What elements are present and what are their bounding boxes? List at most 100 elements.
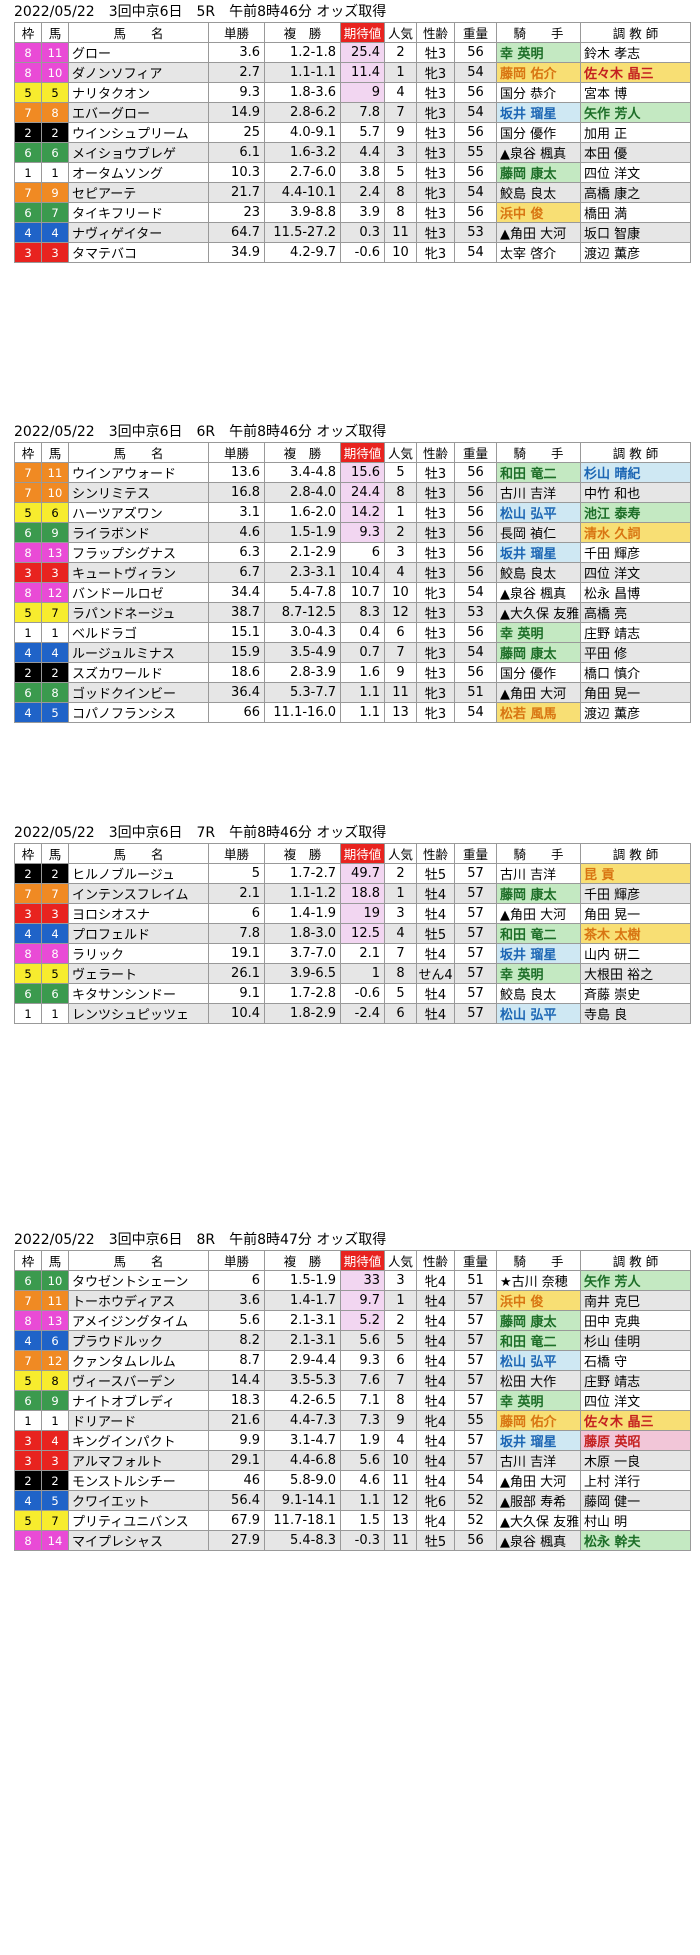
table-row: 6 6 キタサンシンドー 9.1 1.7-2.8 -0.6 5 牡4 57 鮫島 良太 斉藤 崇史 [14, 983, 691, 1004]
cell-jockey: 幸 英明 [496, 622, 581, 643]
cell-name: フラップシグナス [68, 542, 209, 563]
cell-ninki: 3 [384, 542, 417, 563]
cell-ninki: 3 [384, 142, 417, 163]
cell-name: グロー [68, 42, 209, 63]
cell-ninki: 3 [384, 903, 417, 924]
column-header-name: 馬 名 [68, 22, 209, 43]
cell-tansho: 34.4 [208, 582, 265, 603]
cell-seirei: 牡4 [416, 883, 455, 904]
cell-tansho: 14.9 [208, 102, 265, 123]
table-row: 3 3 タマテバコ 34.9 4.2-9.7 -0.6 10 牝3 54 太宰 啓介 渡辺 薫彦 [14, 242, 691, 263]
cell-tansho: 15.9 [208, 642, 265, 663]
cell-expect: 1.6 [340, 662, 385, 683]
cell-fukusho: 2.1-2.9 [264, 542, 341, 563]
cell-seirei: 牝6 [416, 1490, 455, 1511]
cell-expect: 25.4 [340, 42, 385, 63]
cell-seirei: 牝3 [416, 102, 455, 123]
cell-waku: 4 [14, 642, 42, 663]
cell-trainer: 四位 洋文 [580, 162, 691, 183]
column-header-juryo: 重量 [454, 22, 497, 43]
cell-juryo: 54 [454, 182, 497, 203]
cell-seirei: 牝3 [416, 582, 455, 603]
column-header-waku: 枠 [14, 1250, 42, 1271]
cell-ninki: 2 [384, 1310, 417, 1331]
cell-trainer: 四位 洋文 [580, 1390, 691, 1411]
race-block: 2022/05/22 3回中京6日 5R 午前8時46分 オッズ取得枠馬馬 名単… [14, 2, 691, 263]
cell-tansho: 5.6 [208, 1310, 265, 1331]
cell-name: アメイジングタイム [68, 1310, 209, 1331]
cell-expect: 9.7 [340, 1290, 385, 1311]
cell-ninki: 2 [384, 42, 417, 63]
cell-ninki: 7 [384, 102, 417, 123]
table-row: 1 1 ドリアード 21.6 4.4-7.3 7.3 9 牝4 55 藤岡 佑介 佐々木 晶三 [14, 1410, 691, 1431]
column-header-seirei: 性齢 [416, 1250, 455, 1271]
cell-trainer: 高橋 亮 [580, 602, 691, 623]
cell-waku: 4 [14, 1490, 42, 1511]
cell-tansho: 34.9 [208, 242, 265, 263]
cell-waku: 6 [14, 522, 42, 543]
cell-seirei: 牡4 [416, 943, 455, 964]
cell-tansho: 66 [208, 702, 265, 723]
cell-waku: 8 [14, 542, 42, 563]
cell-jockey: ▲泉谷 楓真 [496, 1530, 581, 1551]
cell-jockey: ▲大久保 友雅 [496, 1510, 581, 1531]
cell-ninki: 1 [384, 62, 417, 83]
cell-seirei: 牡4 [416, 1290, 455, 1311]
cell-tansho: 2.7 [208, 62, 265, 83]
cell-fukusho: 1.6-2.0 [264, 502, 341, 523]
cell-jockey: 鮫島 良太 [496, 562, 581, 583]
table-row: 5 5 ナリタクオン 9.3 1.8-3.6 9 4 牡3 56 国分 恭介 宮本 博 [14, 82, 691, 103]
table-row: 2 2 モンストルシチー 46 5.8-9.0 4.6 11 牡4 54 ▲角田 大河 上村 洋行 [14, 1470, 691, 1491]
cell-name: マイプレシャス [68, 1530, 209, 1551]
cell-juryo: 54 [454, 702, 497, 723]
race-title: 2022/05/22 3回中京6日 5R 午前8時46分 オッズ取得 [14, 4, 387, 20]
cell-name: プロフェルド [68, 923, 209, 944]
column-header-name: 馬 名 [68, 843, 209, 864]
cell-fukusho: 11.5-27.2 [264, 222, 341, 243]
cell-trainer: 坂口 智康 [580, 222, 691, 243]
cell-tansho: 38.7 [208, 602, 265, 623]
cell-expect: -0.3 [340, 1530, 385, 1551]
column-header-uma: 馬 [41, 843, 69, 864]
cell-uma: 1 [41, 162, 69, 183]
race-title: 2022/05/22 3回中京6日 8R 午前8時47分 オッズ取得 [14, 1232, 387, 1248]
column-header-ninki: 人気 [384, 843, 417, 864]
cell-juryo: 54 [454, 642, 497, 663]
cell-fukusho: 1.4-1.9 [264, 903, 341, 924]
cell-uma: 3 [41, 562, 69, 583]
cell-tansho: 9.9 [208, 1430, 265, 1451]
cell-uma: 10 [41, 62, 69, 83]
cell-trainer: 渡辺 薫彦 [580, 702, 691, 723]
cell-uma: 2 [41, 1470, 69, 1491]
cell-ninki: 8 [384, 482, 417, 503]
cell-waku: 7 [14, 1350, 42, 1371]
cell-jockey: 藤岡 康太 [496, 642, 581, 663]
column-header-expect: 期待値 [340, 843, 385, 864]
column-header-expect: 期待値 [340, 22, 385, 43]
cell-waku: 3 [14, 903, 42, 924]
cell-jockey: 坂井 瑠星 [496, 102, 581, 123]
cell-seirei: 牡3 [416, 162, 455, 183]
header-row: 枠馬馬 名単勝複 勝期待値 人気 性齢 重量騎 手調 教 師 [14, 1250, 691, 1271]
column-header-ninki: 人気 [384, 22, 417, 43]
cell-tansho: 27.9 [208, 1530, 265, 1551]
table-row: 8 8 ラリック 19.1 3.7-7.0 2.1 7 牡4 57 坂井 瑠星 山内 研二 [14, 943, 691, 964]
cell-jockey: 坂井 瑠星 [496, 542, 581, 563]
cell-seirei: 牝3 [416, 242, 455, 263]
cell-name: クワイエット [68, 1490, 209, 1511]
cell-jockey: ▲角田 大河 [496, 222, 581, 243]
cell-jockey: 太宰 啓介 [496, 242, 581, 263]
cell-juryo: 57 [454, 1450, 497, 1471]
cell-waku: 5 [14, 1510, 42, 1531]
cell-expect: 2.4 [340, 182, 385, 203]
cell-trainer: 橋口 慎介 [580, 662, 691, 683]
cell-fukusho: 2.7-6.0 [264, 162, 341, 183]
cell-jockey: 国分 優作 [496, 122, 581, 143]
cell-fukusho: 4.4-10.1 [264, 182, 341, 203]
cell-trainer: 角田 晃一 [580, 682, 691, 703]
cell-waku: 1 [14, 162, 42, 183]
column-header-juryo: 重量 [454, 1250, 497, 1271]
cell-trainer: 渡辺 薫彦 [580, 242, 691, 263]
cell-name: タマテバコ [68, 242, 209, 263]
cell-tansho: 15.1 [208, 622, 265, 643]
